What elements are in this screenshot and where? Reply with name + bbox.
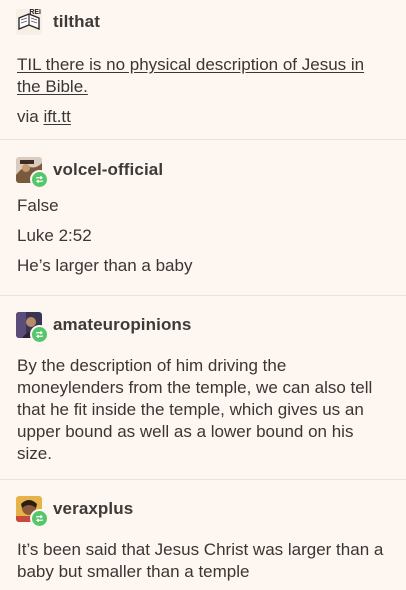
post-text: By the description of him driving the mo… <box>17 356 373 463</box>
username[interactable]: tilthat <box>53 12 100 32</box>
post-line: False <box>17 196 59 215</box>
reblog-icon <box>30 170 49 189</box>
post-header: volcel-official <box>0 140 406 189</box>
post-volcel-official: volcel-official False Luke 2:52 He’s lar… <box>0 140 406 296</box>
post-body: It’s been said that Jesus Christ was lar… <box>17 539 392 583</box>
avatar-volcel-official[interactable] <box>16 157 49 189</box>
avatar-veraxplus[interactable] <box>16 496 49 528</box>
avatar-tilthat[interactable]: REI <box>16 9 42 35</box>
post-text: It’s been said that Jesus Christ was lar… <box>17 540 384 581</box>
reblog-icon <box>30 509 49 528</box>
post-body: TIL there is no physical description of … <box>17 54 392 128</box>
post-veraxplus: veraxplus It’s been said that Jesus Chri… <box>0 480 406 590</box>
post-tilthat: REI tilthat TIL there is no physical des… <box>0 0 406 140</box>
post-header: amateuropinions <box>0 296 406 344</box>
post-body: False Luke 2:52 He’s larger than a baby <box>17 195 392 277</box>
avatar-amateuropinions[interactable] <box>16 312 49 344</box>
username[interactable]: amateuropinions <box>53 315 191 335</box>
post-body: By the description of him driving the mo… <box>17 355 392 465</box>
post-amateuropinions: amateuropinions By the description of hi… <box>0 296 406 480</box>
username[interactable]: veraxplus <box>53 499 133 519</box>
post-title-link[interactable]: TIL there is no physical description of … <box>17 55 364 96</box>
post-line: Luke 2:52 <box>17 226 92 245</box>
post-line: He’s larger than a baby <box>17 256 193 275</box>
source-link[interactable]: ift.tt <box>43 107 70 126</box>
via-label: via <box>17 107 39 126</box>
post-header: veraxplus <box>0 480 406 528</box>
book-icon: REI <box>16 9 42 35</box>
avatar-logo-text: REI <box>29 9 41 16</box>
reblog-icon <box>30 325 49 344</box>
username[interactable]: volcel-official <box>53 160 163 180</box>
post-header: REI tilthat <box>0 0 406 36</box>
